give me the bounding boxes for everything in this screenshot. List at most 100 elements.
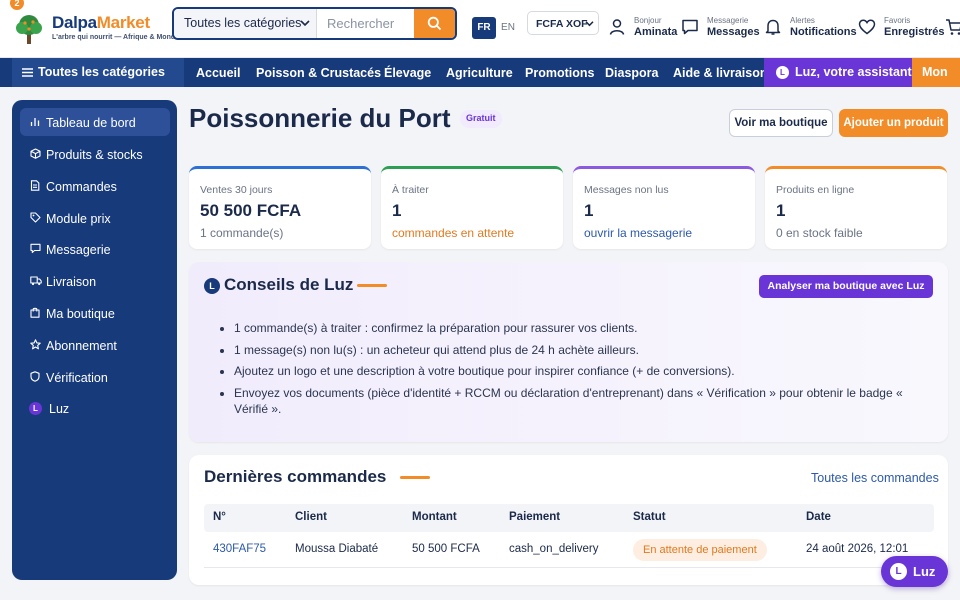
category-select[interactable]: Toutes les catégories	[174, 9, 317, 38]
sidebar-item-tableau-de-bord[interactable]: Tableau de bord	[20, 108, 170, 136]
cart-link[interactable]	[945, 16, 960, 40]
account-link[interactable]: Bonjour Aminata	[608, 16, 677, 40]
brand-tagline: L'arbre qui nourrit — Afrique & Monde	[52, 34, 180, 41]
stat-label: À traiter	[392, 184, 429, 196]
stat-card-sales: Ventes 30 jours 50 500 FCFA 1 commande(s…	[189, 166, 371, 249]
luz-chat-label: Luz	[913, 564, 936, 579]
nav-link-aide-livraison[interactable]: Aide & livraison	[673, 66, 767, 80]
notifications-link[interactable]: Alertes Notifications	[764, 16, 857, 40]
favorites-link[interactable]: Favoris Enregistrés	[858, 16, 945, 40]
heart-icon	[858, 19, 876, 35]
stat-sub-link[interactable]: commandes en attente	[392, 226, 514, 240]
currency-value: FCFA XOF	[536, 18, 588, 30]
shop-bag-icon	[30, 307, 40, 318]
tips-title: Conseils de Luz	[224, 275, 354, 294]
luz-avatar-icon: L	[890, 563, 907, 580]
stat-label: Ventes 30 jours	[200, 184, 273, 196]
chat-icon	[682, 19, 698, 35]
table-header: N° Client Montant Paiement Statut Date	[204, 504, 934, 532]
dashboard-sidebar: Tableau de bord Produits & stocks Comman…	[12, 100, 177, 580]
column-header: N°	[213, 511, 226, 523]
nav-link-elevage[interactable]: Élevage	[384, 66, 431, 80]
all-categories-label: Toutes les catégories	[38, 65, 165, 79]
plan-badge: Gratuit	[460, 110, 502, 128]
search-button[interactable]	[414, 9, 455, 38]
account-name: Aminata	[634, 26, 678, 38]
chevron-down-icon	[585, 20, 594, 27]
add-product-button[interactable]: Ajouter un produit	[839, 109, 948, 137]
bell-icon	[765, 19, 781, 35]
nav-luz-label: Luz, votre assistante	[795, 65, 919, 79]
cart-count-badge[interactable]: 2	[10, 0, 24, 10]
sidebar-item-luz[interactable]: L Luz	[20, 394, 170, 422]
table-row: 430FAF75 Moussa Diabaté 50 500 FCFA cash…	[204, 532, 934, 568]
menu-icon	[22, 68, 33, 77]
all-orders-link[interactable]: Toutes les commandes	[811, 471, 939, 485]
order-payment: cash_on_delivery	[509, 543, 599, 555]
search-icon	[427, 16, 442, 31]
stat-value: 50 500 FCFA	[200, 201, 302, 220]
nav-link-promotions[interactable]: Promotions	[525, 66, 594, 80]
sidebar-item-module-prix[interactable]: Module prix	[20, 204, 170, 232]
star-icon	[30, 339, 41, 350]
notifications-label: Notifications	[790, 26, 857, 38]
messages-label: Messages	[707, 26, 760, 38]
chat-icon	[30, 243, 41, 254]
sidebar-item-label: Livraison	[46, 275, 97, 289]
stat-value: 1	[392, 201, 402, 220]
luz-chat-button[interactable]: L Luz	[881, 556, 948, 587]
tip-item: 1 message(s) non lu(s) : un acheteur qui…	[234, 342, 924, 358]
tip-item: 1 commande(s) à traiter : confirmez la p…	[234, 320, 924, 336]
sidebar-item-label: Ma boutique	[46, 307, 115, 321]
analyze-shop-button[interactable]: Analyser ma boutique avec Luz	[759, 275, 933, 298]
sidebar-item-produits-stocks[interactable]: Produits & stocks	[20, 140, 170, 168]
sidebar-item-verification[interactable]: Vérification	[20, 363, 170, 391]
sidebar-item-ma-boutique[interactable]: Ma boutique	[20, 299, 170, 327]
nav-link-poisson[interactable]: Poisson & Crustacés	[256, 66, 381, 80]
column-header: Client	[295, 511, 327, 523]
order-id-link[interactable]: 430FAF75	[213, 543, 266, 555]
language-fr-button[interactable]: FR	[472, 17, 496, 39]
luz-avatar-icon: L	[776, 66, 789, 79]
stat-sub-link[interactable]: ouvrir la messagerie	[584, 226, 692, 240]
luz-avatar-icon: L	[29, 402, 42, 415]
brand-name[interactable]: DalpaMarket	[52, 13, 150, 33]
sidebar-item-label: Vérification	[46, 371, 108, 385]
sidebar-item-livraison[interactable]: Livraison	[20, 267, 170, 295]
brand-part-2: Market	[96, 13, 150, 32]
sidebar-item-commandes[interactable]: Commandes	[20, 172, 170, 200]
page-title: Poissonnerie du Port	[189, 103, 451, 133]
chart-bar-icon	[30, 118, 40, 126]
logo-tree-icon[interactable]	[12, 12, 46, 46]
chevron-down-icon	[300, 19, 310, 27]
stat-card-products-online: Produits en ligne 1 0 en stock faible	[765, 166, 947, 249]
sidebar-item-label: Module prix	[46, 212, 111, 226]
nav-link-agriculture[interactable]: Agriculture	[446, 66, 513, 80]
latest-orders-card: Dernières commandes Toutes les commandes…	[189, 455, 948, 585]
shield-icon	[30, 371, 40, 382]
nav-luz-assistant[interactable]: L Luz, votre assistante	[764, 58, 919, 87]
sidebar-item-messagerie[interactable]: Messagerie	[20, 235, 170, 263]
sidebar-item-label: Luz	[49, 402, 70, 416]
tag-icon	[30, 212, 41, 223]
all-categories-menu[interactable]: Toutes les catégories	[12, 58, 184, 87]
sidebar-item-label: Produits & stocks	[46, 148, 143, 162]
sidebar-item-label: Commandes	[46, 180, 117, 194]
nav-link-diaspora[interactable]: Diaspora	[605, 66, 659, 80]
sidebar-item-abonnement[interactable]: Abonnement	[20, 331, 170, 359]
box-icon	[30, 148, 41, 159]
currency-select[interactable]: FCFA XOF	[527, 11, 599, 35]
brand-part-1: Dalpa	[52, 13, 97, 32]
orders-title: Dernières commandes	[204, 467, 387, 486]
messages-link[interactable]: Messagerie Messages	[681, 16, 760, 40]
order-amount: 50 500 FCFA	[412, 543, 480, 555]
title-underline	[357, 284, 387, 287]
stat-label: Produits en ligne	[776, 184, 855, 196]
account-greeting: Bonjour	[634, 16, 662, 25]
nav-link-accueil[interactable]: Accueil	[196, 66, 240, 80]
nav-more-link[interactable]: Mon	[912, 58, 960, 87]
search-input[interactable]	[317, 9, 416, 38]
language-en-button[interactable]: EN	[498, 17, 518, 39]
sidebar-item-label: Abonnement	[46, 339, 117, 353]
view-shop-button[interactable]: Voir ma boutique	[729, 109, 833, 137]
